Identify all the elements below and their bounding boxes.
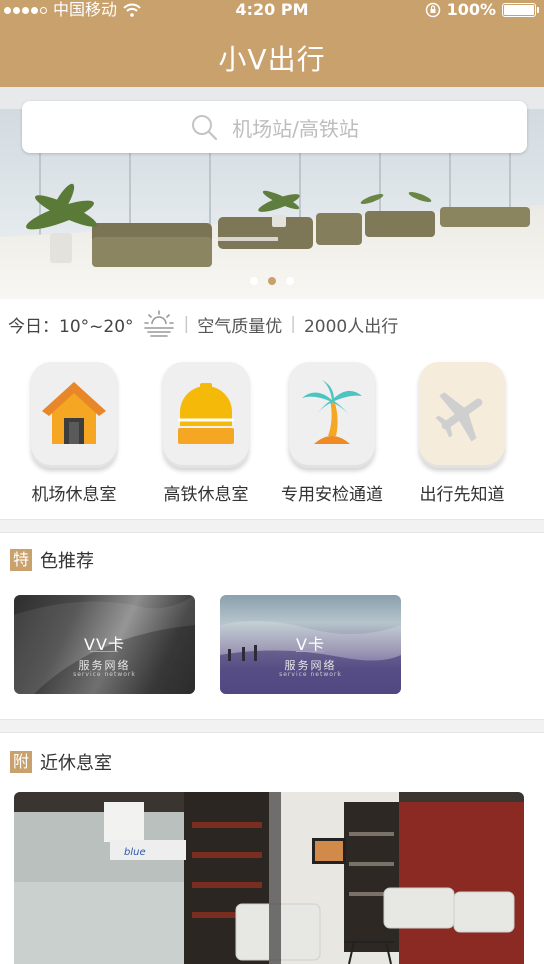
card-subtitle-en: service network xyxy=(279,671,342,678)
search-placeholder: 机场站/高铁站 xyxy=(232,116,359,141)
service-train-lounge[interactable]: 高铁休息室 xyxy=(138,362,274,505)
service-label: 机场休息室 xyxy=(31,485,117,505)
featured-card-vv[interactable]: VV卡 服务网络 service network xyxy=(14,595,195,694)
battery-icon xyxy=(502,3,539,17)
air-quality-label: 空气质量优 xyxy=(197,316,283,337)
weather-cloud-sun-icon xyxy=(143,310,174,337)
lounge-photo-image: blue xyxy=(14,792,524,964)
banner-carousel[interactable]: 机场站/高铁站 xyxy=(0,87,544,299)
service-label: 出行先知道 xyxy=(419,485,505,505)
temperature-label: 今日：10°~20° xyxy=(8,316,134,337)
house-icon xyxy=(42,382,106,444)
lounge-sign-text: blue xyxy=(124,847,146,858)
service-label: 高铁休息室 xyxy=(163,485,249,505)
search-bar[interactable]: 机场站/高铁站 xyxy=(22,101,527,153)
battery-percent: 100% xyxy=(446,0,496,19)
nearby-title: 近休息室 xyxy=(40,753,112,774)
airplane-icon xyxy=(435,392,483,442)
section-divider xyxy=(0,719,544,733)
palm-tree-icon xyxy=(302,380,362,444)
info-separator: | xyxy=(290,314,296,334)
card-divider xyxy=(90,651,118,652)
travelers-count-label: 2000人出行 xyxy=(303,316,399,337)
service-icon-tile xyxy=(31,362,117,468)
nearby-badge: 附 xyxy=(10,751,32,773)
service-icon-tile xyxy=(163,362,249,468)
carousel-dot-active[interactable] xyxy=(268,277,276,285)
info-row: 今日：10°~20° | 空气质量优 | 2000人出行 xyxy=(8,306,398,342)
featured-title: 色推荐 xyxy=(40,551,94,572)
service-label: 专用安检通道 xyxy=(281,485,383,505)
search-icon xyxy=(192,115,218,141)
train-icon xyxy=(178,383,234,444)
service-airport-lounge[interactable]: 机场休息室 xyxy=(6,362,142,505)
featured-badge: 特 xyxy=(10,549,32,571)
status-right: 100% xyxy=(425,0,539,20)
nearby-section-header: 附 近休息室 xyxy=(10,749,112,775)
info-separator: | xyxy=(183,314,190,334)
service-travel-tips[interactable]: 出行先知道 xyxy=(394,362,530,505)
orientation-lock-icon xyxy=(425,2,440,18)
card-subtitle-en: service network xyxy=(73,671,136,678)
carousel-dots xyxy=(0,277,544,285)
carousel-dot[interactable] xyxy=(286,277,294,285)
service-grid: 机场休息室 高铁休息室 专用安检通道 出行先知道 xyxy=(0,362,544,512)
nav-bar: 小V出行 xyxy=(0,20,544,87)
featured-section-header: 特 色推荐 xyxy=(10,547,94,573)
page-title: 小V出行 xyxy=(218,43,326,76)
service-security-lane[interactable]: 专用安检通道 xyxy=(264,362,400,505)
status-bar: 中国移动 4:20 PM 100% xyxy=(0,0,544,20)
carousel-dot[interactable] xyxy=(250,277,258,285)
featured-card-v[interactable]: V卡 服务网络 service network xyxy=(220,595,401,694)
service-icon-tile xyxy=(419,362,505,468)
card-divider xyxy=(296,651,324,652)
nearby-lounge-photo[interactable]: blue xyxy=(14,792,524,964)
service-icon-tile xyxy=(289,362,375,468)
section-divider xyxy=(0,519,544,533)
